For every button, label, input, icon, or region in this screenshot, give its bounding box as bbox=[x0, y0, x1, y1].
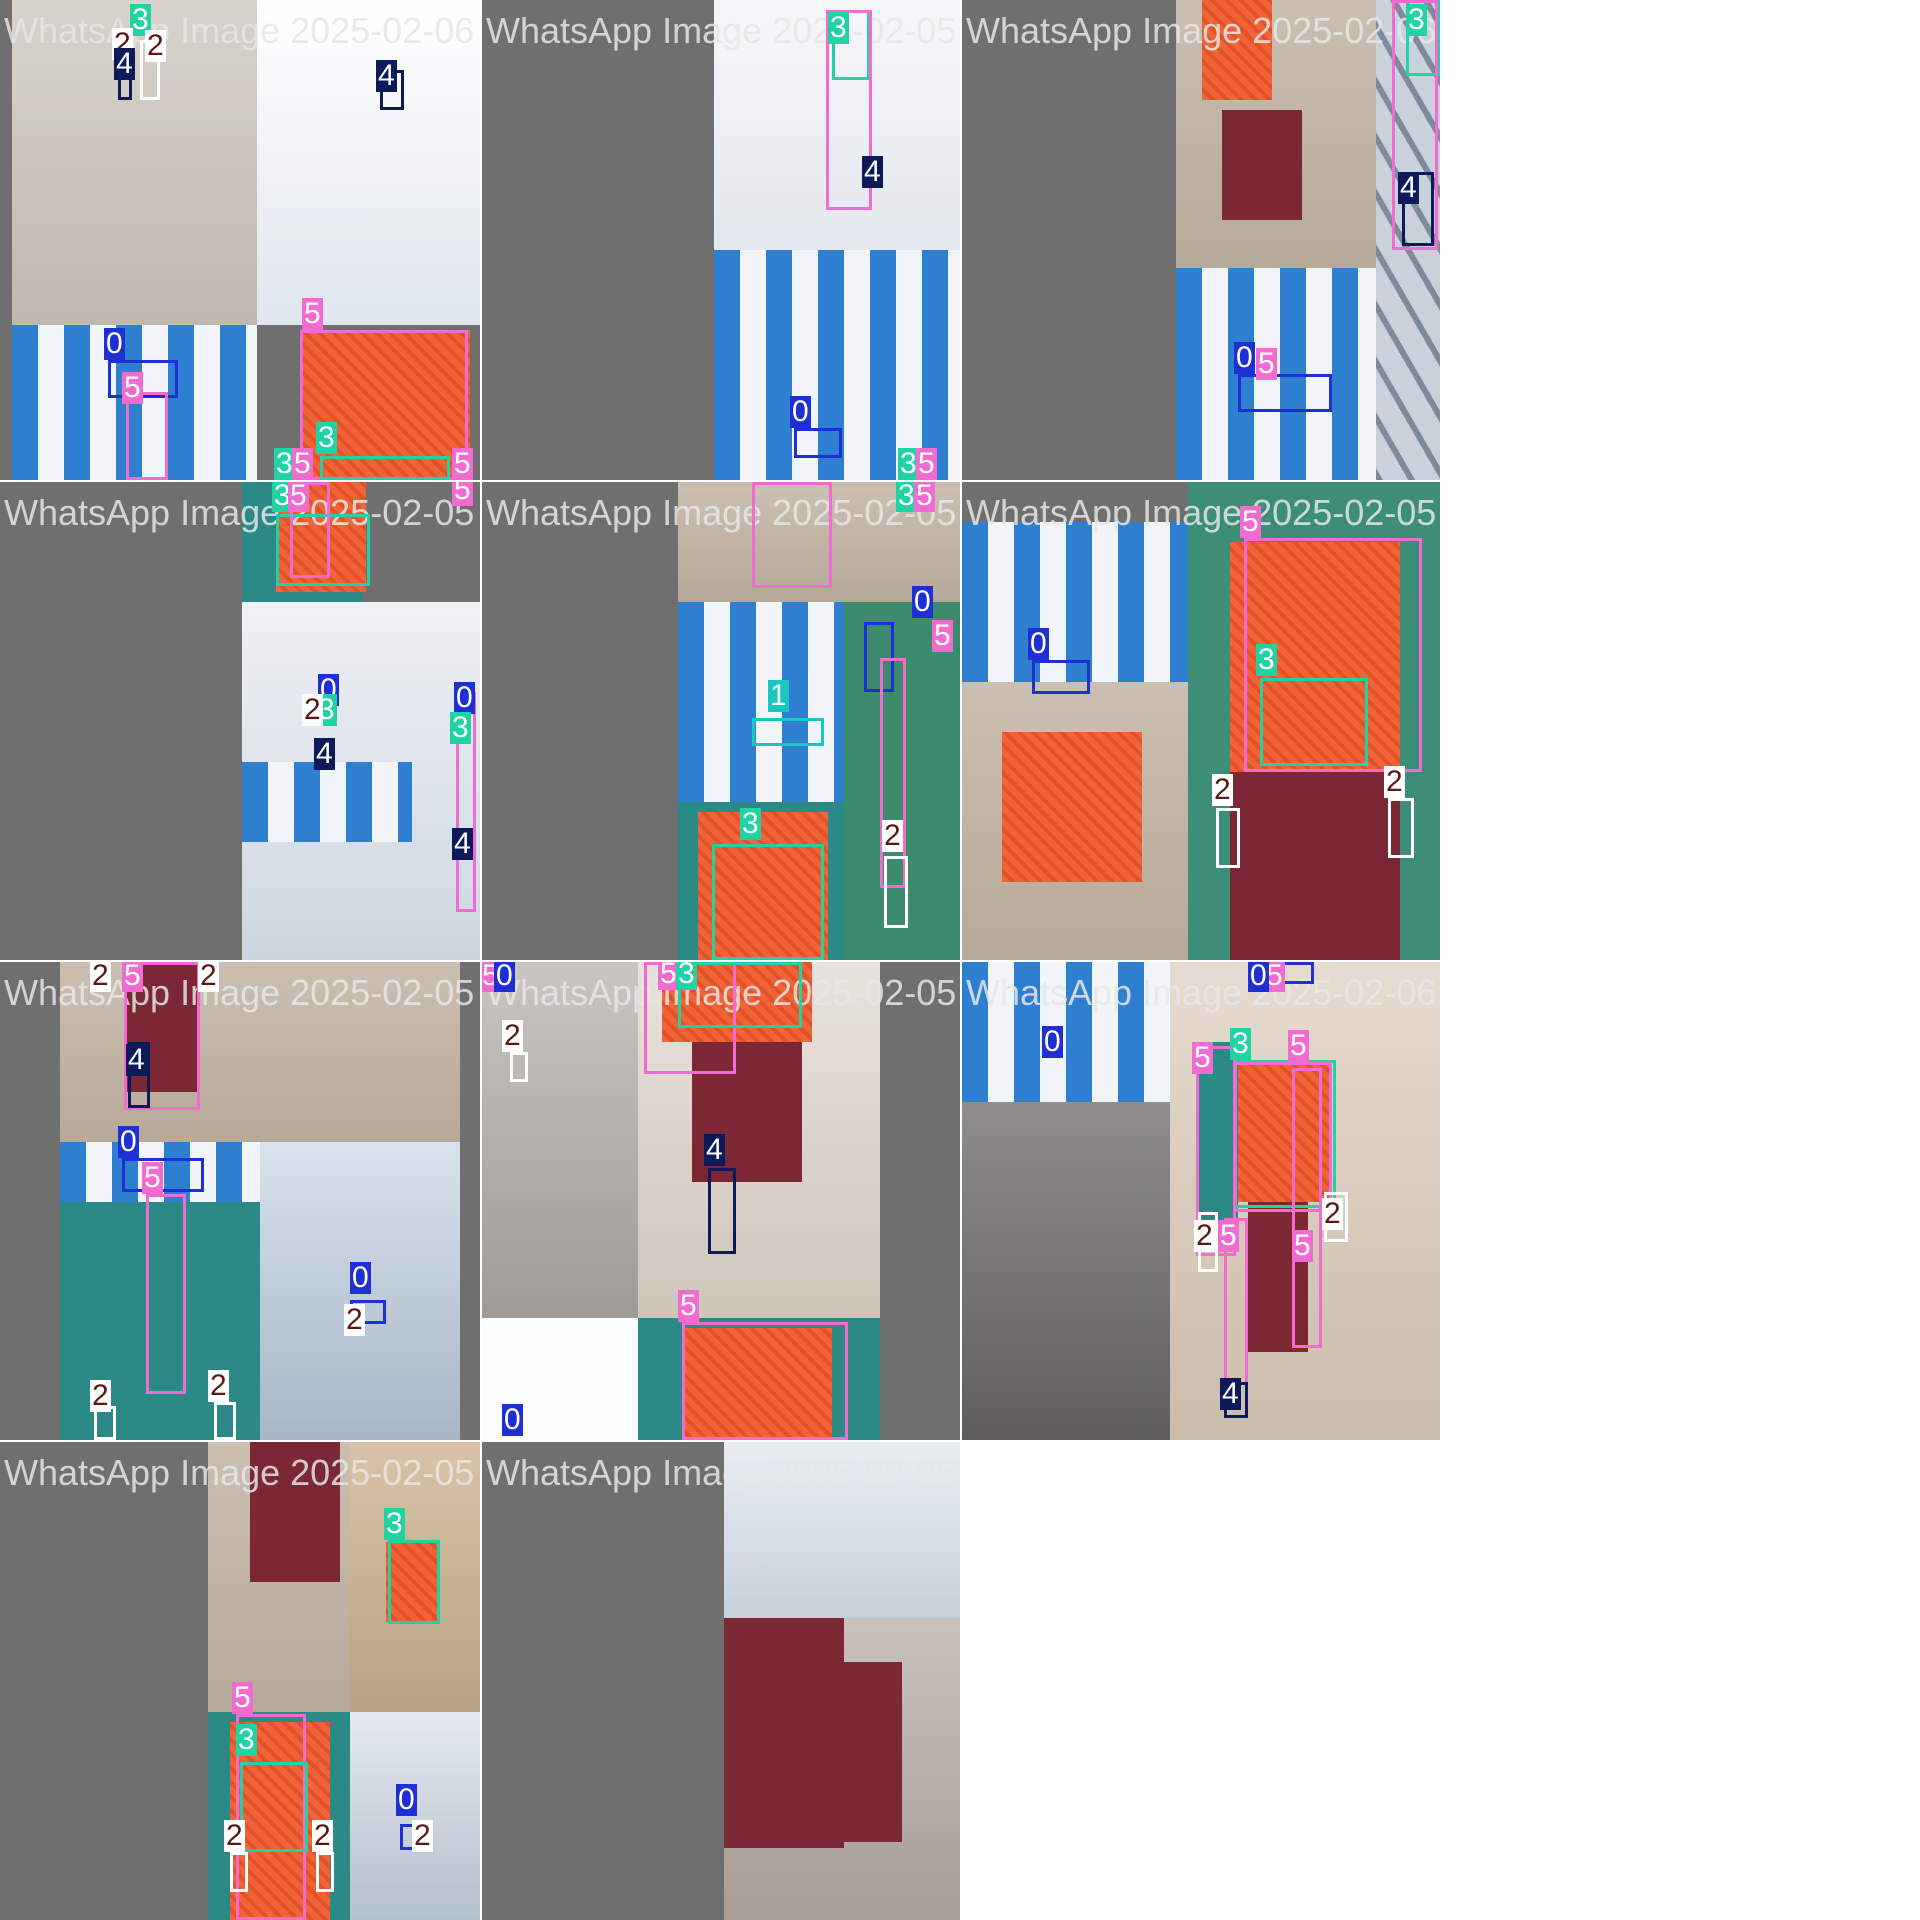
det-label: 0 bbox=[790, 395, 811, 428]
det-label: 5 bbox=[122, 962, 143, 992]
mosaic-cell-1: WhatsApp Image 2025-02-06 at 11.11.58.jp… bbox=[0, 0, 480, 480]
cell-title: WhatsApp Image 2025-02-05 at 12.05.46 (1 bbox=[486, 10, 960, 51]
det-label: 5 bbox=[1288, 1029, 1309, 1062]
det-label: 5 bbox=[1240, 505, 1261, 538]
det-label: 2 bbox=[145, 29, 166, 62]
det-label: 4 bbox=[1398, 171, 1419, 204]
det-label: 3 bbox=[450, 711, 471, 744]
det-label: 3 bbox=[1406, 3, 1427, 36]
det-label: 5 bbox=[452, 447, 473, 480]
det-label: 5 bbox=[292, 447, 313, 480]
det-label: 5 bbox=[288, 482, 309, 512]
det-label: 0 bbox=[1234, 341, 1255, 374]
cell-title: WhatsApp Image 2025-02-05 at 11.16.08.jp bbox=[486, 492, 960, 533]
det-label: 5 bbox=[142, 1161, 163, 1194]
det-label: 2 bbox=[1322, 1197, 1343, 1230]
det-label: 0 bbox=[350, 1261, 371, 1294]
det-label: 4 bbox=[114, 47, 135, 80]
det-label: 4 bbox=[862, 155, 883, 188]
det-label: 4 bbox=[452, 827, 473, 860]
det-label: 3 bbox=[740, 807, 761, 840]
det-label: 4 bbox=[376, 59, 397, 92]
cell-title: WhatsApp Image 2025-02-05 at 11.21.06.jp bbox=[4, 972, 480, 1013]
det-label: 2 bbox=[344, 1303, 365, 1336]
det-label: 3 bbox=[1256, 643, 1277, 676]
det-label: 5 bbox=[1256, 347, 1277, 380]
mosaic-cell-2: WhatsApp Image 2025-02-05 at 12.05.46 (1… bbox=[482, 0, 960, 480]
det-label: 2 bbox=[208, 1369, 229, 1402]
det-label: 4 bbox=[314, 737, 335, 770]
det-label: 2 bbox=[412, 1819, 433, 1852]
mosaic-cell-4: WhatsApp Image 2025-02-05 at 11.24.30.jp… bbox=[0, 482, 480, 960]
det-label: 5 bbox=[1218, 1219, 1239, 1252]
det-label: 0 bbox=[118, 1125, 139, 1158]
det-label: 0 bbox=[502, 1403, 523, 1436]
cell-title: WhatsApp Image 2025-02-05 at 11.24.30.jp bbox=[4, 492, 480, 533]
cell-title: WhatsApp Image 2025-02-06 at 11.11.58.jp bbox=[4, 10, 480, 51]
cell-title: WhatsApp Image 2025-02-06 at 11.12.08.jp bbox=[966, 10, 1440, 51]
det-label: 3 bbox=[1230, 1027, 1251, 1060]
mosaic-cell-11: WhatsApp Image 2025-02-05 at 12.05.46 (1 bbox=[482, 1442, 960, 1920]
mosaic-cell-5: WhatsApp Image 2025-02-05 at 11.16.08.jp… bbox=[482, 482, 960, 960]
det-label: 5 bbox=[932, 619, 953, 652]
det-label: 2 bbox=[502, 1019, 523, 1052]
det-label: 3 bbox=[676, 962, 697, 990]
det-label: 1 bbox=[768, 679, 789, 712]
det-label: 2 bbox=[90, 1379, 111, 1412]
det-label: 4 bbox=[126, 1043, 147, 1076]
det-label: 0 bbox=[104, 327, 125, 360]
det-label: 2 bbox=[1212, 773, 1233, 806]
det-label: 5 bbox=[302, 297, 323, 330]
det-label: 5 bbox=[1292, 1229, 1313, 1262]
cell-title: WhatsApp Image 2025-02-05 at 12.05.46 (1 bbox=[486, 1452, 960, 1493]
det-label: 3 bbox=[828, 11, 849, 44]
det-label: 5 bbox=[678, 1289, 699, 1322]
det-label: 2 bbox=[224, 1819, 245, 1852]
det-label: 5 bbox=[122, 371, 143, 404]
det-label: 0 bbox=[1042, 1025, 1063, 1058]
det-label: 2 bbox=[882, 819, 903, 852]
det-label: 5 bbox=[916, 447, 937, 480]
det-label: 0 bbox=[1248, 962, 1269, 992]
det-label: 2 bbox=[302, 693, 323, 726]
cell-title: WhatsApp Image 2025-02-05 at 11.26.14.jp bbox=[4, 1452, 480, 1493]
det-label: 3 bbox=[384, 1507, 405, 1540]
det-label: 2 bbox=[90, 962, 111, 992]
det-label: 0 bbox=[494, 962, 515, 992]
mosaic-cell-8: WhatsApp Image 2025-02-05 at 11.24.14.jp… bbox=[482, 962, 960, 1440]
mosaic-cell-6: WhatsApp Image 2025-02-05 at 11.17.15 (1… bbox=[962, 482, 1440, 960]
mosaic-cell-9: WhatsApp Image 2025-02-06 at 11.12.03.jp… bbox=[962, 962, 1440, 1440]
det-label: 5 bbox=[1192, 1041, 1213, 1074]
mosaic-cell-7: WhatsApp Image 2025-02-05 at 11.21.06.jp… bbox=[0, 962, 480, 1440]
mosaic-cell-3: WhatsApp Image 2025-02-06 at 11.12.08.jp… bbox=[962, 0, 1440, 480]
det-label: 5 bbox=[232, 1681, 253, 1714]
det-label: 3 bbox=[236, 1723, 257, 1756]
det-label: 0 bbox=[912, 585, 933, 618]
det-label: 0 bbox=[454, 681, 475, 714]
det-label: 0 bbox=[1028, 627, 1049, 660]
det-label: 2 bbox=[1194, 1219, 1215, 1252]
det-label: 5 bbox=[914, 482, 935, 512]
cell-title: WhatsApp Image 2025-02-06 at 11.12.03.jp bbox=[966, 972, 1440, 1013]
det-label: 2 bbox=[198, 962, 219, 992]
mosaic-cell-10: WhatsApp Image 2025-02-05 at 11.26.14.jp… bbox=[0, 1442, 480, 1920]
det-label: 2 bbox=[312, 1819, 333, 1852]
det-label: 4 bbox=[1220, 1377, 1241, 1410]
cell-title: WhatsApp Image 2025-02-05 at 11.17.15 (1 bbox=[966, 492, 1440, 533]
det-label: 5 bbox=[452, 482, 473, 506]
det-label: 4 bbox=[704, 1133, 725, 1166]
det-label: 2 bbox=[1384, 765, 1405, 798]
det-label: 0 bbox=[396, 1783, 417, 1816]
det-label: 3 bbox=[316, 421, 337, 454]
